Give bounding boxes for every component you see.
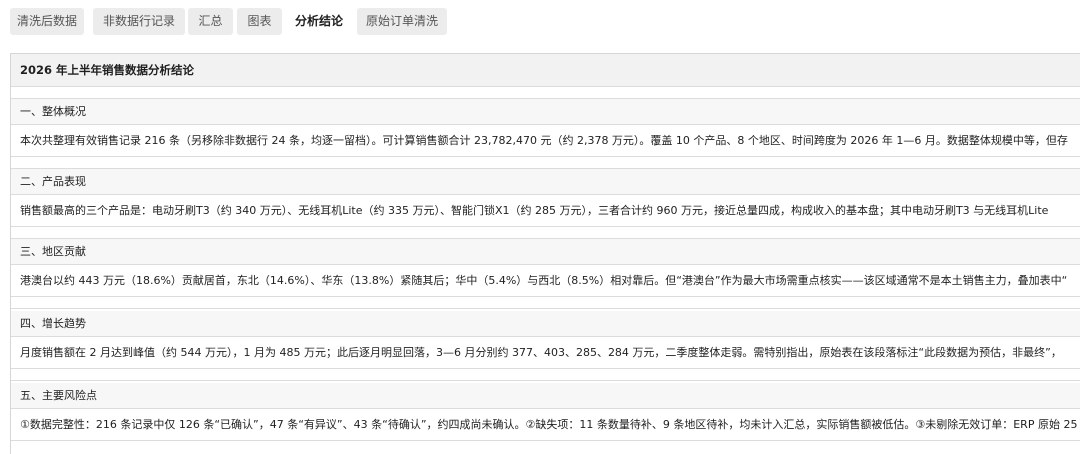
blank-row[interactable] bbox=[11, 227, 1080, 239]
tab-raw-order-cleaning[interactable]: 原始订单清洗 bbox=[357, 8, 447, 35]
tab-non-data-rows[interactable]: 非数据行记录 bbox=[93, 8, 185, 35]
section-heading-region[interactable]: 三、地区贡献 bbox=[11, 239, 1080, 265]
section-body-risk[interactable]: ①数据完整性：216 条记录中仅 126 条“已确认”，47 条“有异议”、43… bbox=[11, 409, 1080, 441]
sheet-tab-bar: 清洗后数据 非数据行记录 汇总 图表 分析结论 原始订单清洗 bbox=[0, 0, 1080, 42]
analysis-sheet: 2026 年上半年销售数据分析结论 一、整体概况 本次共整理有效销售记录 216… bbox=[10, 53, 1080, 454]
tab-analysis-conclusion[interactable]: 分析结论 bbox=[286, 8, 352, 35]
blank-row[interactable] bbox=[11, 87, 1080, 99]
blank-row[interactable] bbox=[11, 297, 1080, 309]
section-heading-product[interactable]: 二、产品表现 bbox=[11, 169, 1080, 195]
tab-cleaned-data[interactable]: 清洗后数据 bbox=[10, 8, 84, 35]
section-heading-risk[interactable]: 五、主要风险点 bbox=[11, 383, 1080, 409]
section-body-region[interactable]: 港澳台以约 443 万元（18.6%）贡献居首，东北（14.6%）、华东（13.… bbox=[11, 265, 1080, 297]
tab-summary[interactable]: 汇总 bbox=[188, 8, 233, 35]
tab-charts[interactable]: 图表 bbox=[237, 8, 282, 35]
section-heading-overview[interactable]: 一、整体概况 bbox=[11, 99, 1080, 125]
section-body-trend[interactable]: 月度销售额在 2 月达到峰值（约 544 万元），1 月为 485 万元；此后逐… bbox=[11, 337, 1080, 369]
section-heading-trend[interactable]: 四、增长趋势 bbox=[11, 311, 1080, 337]
blank-row[interactable] bbox=[11, 157, 1080, 169]
sheet-title-cell[interactable]: 2026 年上半年销售数据分析结论 bbox=[11, 54, 1080, 87]
section-body-product[interactable]: 销售额最高的三个产品是：电动牙刷T3（约 340 万元）、无线耳机Lite（约 … bbox=[11, 195, 1080, 227]
blank-row[interactable] bbox=[11, 369, 1080, 381]
section-body-overview[interactable]: 本次共整理有效销售记录 216 条（另移除非数据行 24 条，均逐一留档）。可计… bbox=[11, 125, 1080, 157]
